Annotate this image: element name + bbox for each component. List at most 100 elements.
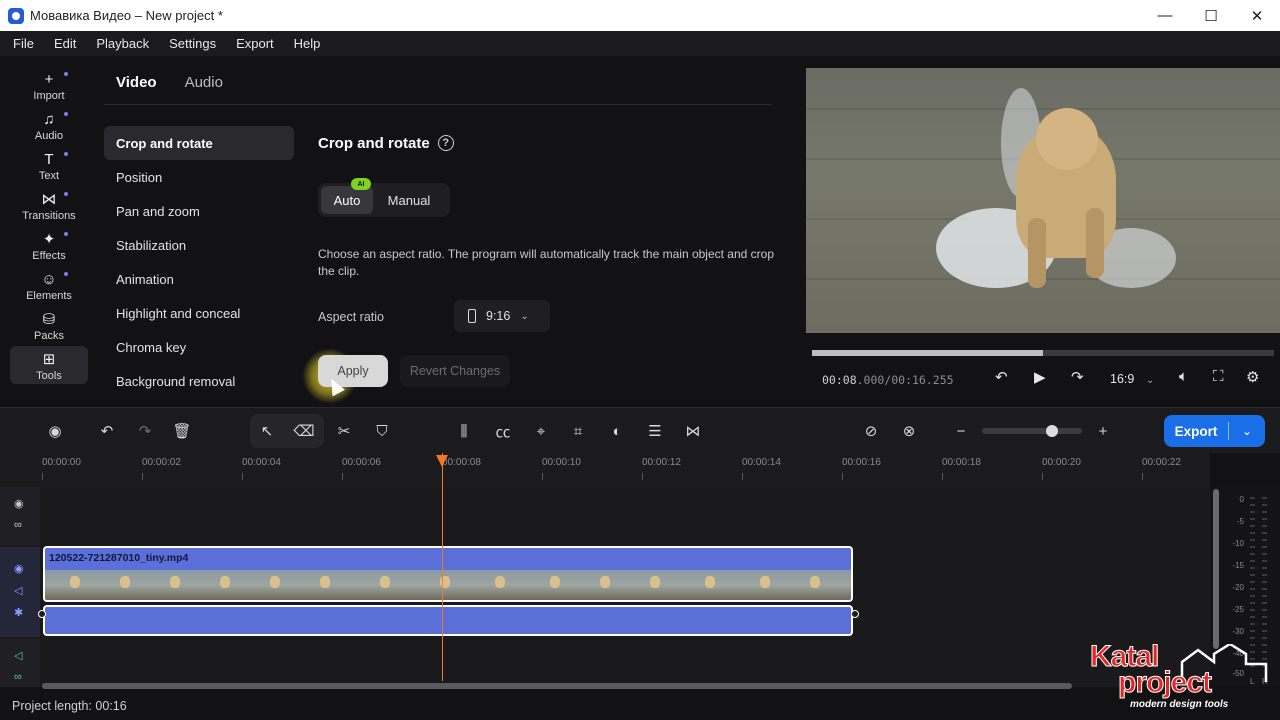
track-header-overlay: ◉ ∞ [0,487,40,545]
record-icon[interactable]: ◉ [44,420,66,442]
captions-icon[interactable]: ㏄ [492,420,514,442]
tool-tools[interactable]: ⊞ Tools [10,346,88,384]
tool-elements[interactable]: ☺ Elements [10,266,88,304]
redo-icon[interactable]: ↷ [134,420,156,442]
help-icon[interactable]: ? [437,135,454,151]
video-preview[interactable] [806,68,1280,333]
side-item-pan-and-zoom[interactable]: Pan and zoom [104,194,294,228]
tool-label: Elements [26,290,72,302]
cut-icon[interactable]: ✂ [333,420,355,442]
unlink-icon[interactable]: ⊗ [898,420,920,442]
playhead-marker[interactable] [436,455,448,467]
portrait-icon [468,309,476,323]
delete-icon[interactable]: 🗑︎ [171,420,193,442]
minimize-button[interactable]: — [1142,0,1188,31]
menu-export[interactable]: Export [226,36,284,51]
crop-icon[interactable]: ⌗ [567,420,589,442]
tab-audio[interactable]: Audio [185,74,223,91]
playhead-line[interactable] [442,453,443,681]
rewind-icon[interactable]: ↶ [995,368,1008,386]
color-adjust-icon[interactable]: ◐ [606,420,628,442]
forward-icon[interactable]: ↷ [1071,368,1084,386]
side-item-highlight-and-conceal[interactable]: Highlight and conceal [104,296,294,330]
export-button[interactable]: Export ⌄ [1164,415,1265,447]
timeline-scrollbar[interactable] [42,683,1072,689]
zoom-slider-thumb[interactable] [1046,425,1058,437]
tool-packs[interactable]: ⛁ Packs [10,306,88,344]
vertical-scrollbar[interactable] [1213,489,1219,649]
tool-transitions[interactable]: ⋈ Transitions [10,186,88,224]
side-item-stabilization[interactable]: Stabilization [104,228,294,262]
packs-icon: ⛁ [42,311,56,328]
video-clip[interactable]: 120522-721287010_tiny.mp4 [43,546,853,602]
ruler-label: 00:00:04 [242,457,281,468]
meter-label: -5 [1236,517,1244,526]
clip-handle-left[interactable] [38,610,46,618]
mute-track-icon[interactable]: ⊘ [860,420,882,442]
menu-settings[interactable]: Settings [159,36,226,51]
tool-text[interactable]: T Text [10,146,88,184]
zoom-out-icon[interactable]: − [950,420,972,442]
ruler-label: 00:00:06 [342,457,381,468]
tools-icon: ⊞ [42,351,56,368]
close-button[interactable]: ✕ [1234,0,1280,31]
export-label: Export [1174,423,1218,439]
eye-icon[interactable]: ◉ [14,562,24,575]
seekbar-progress [812,350,1043,356]
elements-icon: ☺ [41,271,57,288]
eraser-icon[interactable]: ⌫ [293,420,315,442]
preview-ratio-select[interactable]: 16:9 ⌄ [1110,372,1154,386]
title-bar: Мовавика Видео – New project * — ☐ ✕ [0,0,1280,31]
menu-file[interactable]: File [3,36,44,51]
timeline-ruler[interactable]: 00:00:00 00:00:02 00:00:04 00:00:06 00:0… [0,453,1210,487]
transition-wizard-icon[interactable]: ⋈ [682,420,704,442]
link-icon[interactable]: ∞ [14,671,22,683]
description-text: Choose an aspect ratio. The program will… [318,247,775,278]
maximize-button[interactable]: ☐ [1188,0,1234,31]
audio-split-icon[interactable]: ⫼ [453,420,475,442]
new-dot [64,72,68,76]
audio-clip[interactable] [43,605,853,636]
side-item-position[interactable]: Position [104,160,294,194]
menu-help[interactable]: Help [284,36,331,51]
clip-handle-right[interactable] [851,610,859,618]
menu-playback[interactable]: Playback [86,36,159,51]
link-icon[interactable]: ∞ [14,519,22,531]
marker-icon[interactable]: ⛉ [371,420,393,442]
side-item-background-removal[interactable]: Background removal [104,364,294,398]
ruler-label: 00:00:16 [842,457,881,468]
select-pointer-icon[interactable]: ↖ [256,420,278,442]
side-item-crop-and-rotate[interactable]: Crop and rotate [104,126,294,160]
zoom-in-icon[interactable]: + [1092,420,1114,442]
project-length: Project length: 00:16 [12,699,127,713]
menu-edit[interactable]: Edit [44,36,86,51]
tab-video[interactable]: Video [116,74,157,91]
section-title: Crop and rotate ? [318,126,778,160]
fullscreen-icon[interactable]: ⛶ [1213,368,1224,385]
meter-label: -10 [1232,539,1244,548]
side-item-chroma-key[interactable]: Chroma key [104,330,294,364]
zoom-slider[interactable] [982,428,1082,434]
mode-auto-button[interactable]: Auto [321,186,373,214]
volume-icon[interactable]: 🔈︎ [1179,368,1188,385]
effects-icon[interactable]: ✱ [14,606,23,619]
side-item-animation[interactable]: Animation [104,262,294,296]
eye-icon[interactable]: ◉ [14,497,24,510]
volume-icon[interactable]: ◁ [14,649,22,662]
focus-icon[interactable]: ⌖ [530,420,552,442]
aspect-ratio-select[interactable]: 9:16 ⌄ [454,300,550,332]
tool-audio[interactable]: ♫ Audio [10,106,88,144]
adjust-sliders-icon[interactable]: ☰ [644,420,666,442]
volume-icon[interactable]: ◁ [14,584,22,597]
settings-icon[interactable]: ⚙ [1246,368,1259,386]
tool-import[interactable]: + Import [10,66,88,104]
revert-changes-button[interactable]: Revert Changes [400,355,510,387]
tool-effects[interactable]: ✦ Effects [10,226,88,264]
logo-tagline: modern design tools [1130,699,1229,710]
undo-icon[interactable]: ↶ [96,420,118,442]
play-icon[interactable]: ▶ [1034,368,1046,386]
chevron-down-icon[interactable]: ⌄ [1229,425,1265,438]
preview-seekbar[interactable] [812,350,1274,356]
mode-manual-button[interactable]: Manual [373,186,445,214]
time-current: 00:08 [822,373,857,387]
